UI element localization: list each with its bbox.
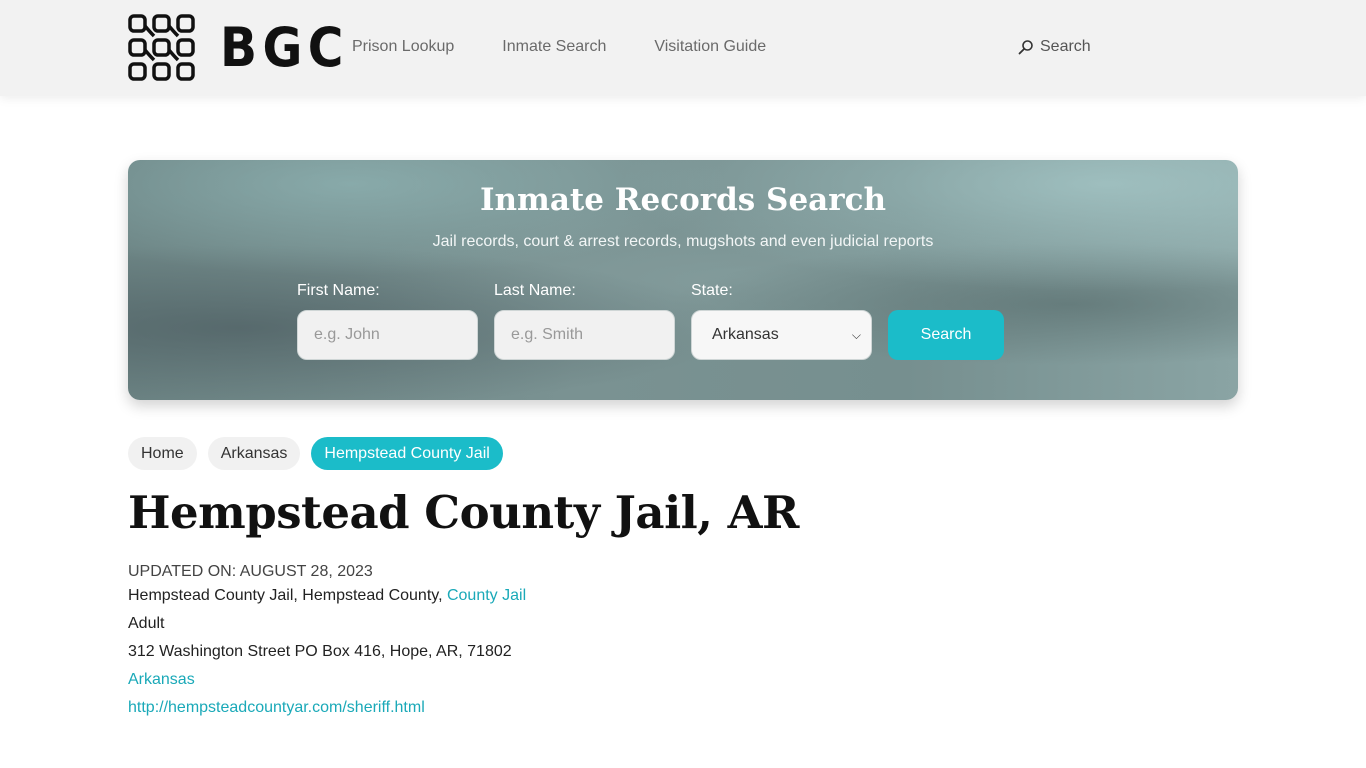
last-name-placeholder: e.g. Smith bbox=[511, 326, 584, 343]
first-name-label: First Name: bbox=[297, 282, 380, 299]
first-name-placeholder: e.g. John bbox=[314, 326, 380, 343]
site-header: BGC Prison Lookup Inmate Search Visitati… bbox=[0, 0, 1366, 96]
logo-text: BGC bbox=[220, 16, 349, 79]
nav-visitation-guide[interactable]: Visitation Guide bbox=[654, 38, 766, 56]
header-search-button[interactable]: Search bbox=[1018, 38, 1091, 56]
state-select[interactable]: Arkansas ⌵ bbox=[691, 310, 872, 360]
state-selected-value: Arkansas bbox=[712, 326, 779, 343]
facility-type-link[interactable]: County Jail bbox=[447, 587, 526, 604]
website-link[interactable]: http://hempsteadcountyar.com/sheriff.htm… bbox=[128, 699, 425, 716]
logo[interactable]: BGC bbox=[128, 14, 363, 82]
header-search-label: Search bbox=[1040, 38, 1091, 55]
last-name-label: Last Name: bbox=[494, 282, 576, 299]
facility-text: Hempstead County Jail, Hempstead County, bbox=[128, 587, 447, 604]
state-label: State: bbox=[691, 282, 733, 299]
search-icon bbox=[1018, 40, 1033, 55]
chevron-down-icon: ⌵ bbox=[851, 327, 861, 342]
logo-grid-icon bbox=[128, 14, 195, 81]
population-type: Adult bbox=[128, 615, 165, 632]
nav-inmate-search[interactable]: Inmate Search bbox=[502, 38, 606, 56]
facility-line: Hempstead County Jail, Hempstead County,… bbox=[128, 587, 526, 605]
breadcrumb-arkansas[interactable]: Arkansas bbox=[207, 437, 301, 470]
facility-address: 312 Washington Street PO Box 416, Hope, … bbox=[128, 643, 512, 660]
state-link-row: Arkansas bbox=[128, 671, 195, 689]
last-name-input[interactable]: e.g. Smith bbox=[494, 310, 675, 360]
main-nav: Prison Lookup Inmate Search Visitation G… bbox=[352, 38, 814, 56]
state-link[interactable]: Arkansas bbox=[128, 671, 195, 688]
breadcrumb-current[interactable]: Hempstead County Jail bbox=[311, 437, 503, 470]
nav-prison-lookup[interactable]: Prison Lookup bbox=[352, 38, 454, 56]
updated-date: UPDATED ON: AUGUST 28, 2023 bbox=[128, 563, 373, 580]
first-name-input[interactable]: e.g. John bbox=[297, 310, 478, 360]
breadcrumb-home[interactable]: Home bbox=[128, 437, 197, 470]
page-title: Hempstead County Jail, AR bbox=[128, 486, 799, 539]
breadcrumb: Home Arkansas Hempstead County Jail bbox=[128, 437, 514, 470]
inmate-search-hero: Inmate Records Search Jail records, cour… bbox=[128, 160, 1238, 400]
hero-subtitle: Jail records, court & arrest records, mu… bbox=[432, 233, 934, 250]
website-link-row: http://hempsteadcountyar.com/sheriff.htm… bbox=[128, 699, 425, 717]
hero-title: Inmate Records Search bbox=[480, 182, 886, 218]
hero-search-button[interactable]: Search bbox=[888, 310, 1004, 360]
